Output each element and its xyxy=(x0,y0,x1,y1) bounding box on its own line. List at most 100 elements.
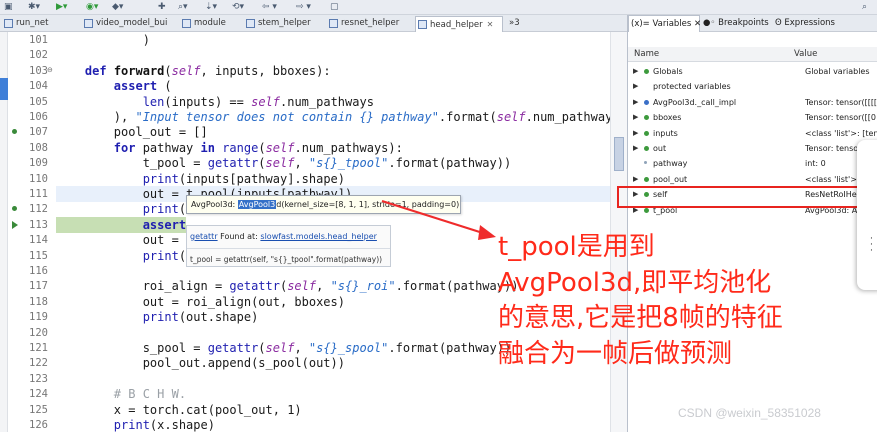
tab-stem-helper[interactable]: stem_helper xyxy=(244,16,328,31)
column-value-header: Value xyxy=(794,49,818,59)
variable-name: pool_out xyxy=(653,174,688,184)
line-number: 101 xyxy=(29,34,48,46)
variable-value: Global variables xyxy=(805,67,870,76)
next-icon[interactable]: ⇣▾ xyxy=(205,1,217,13)
debug-pointer-icon[interactable] xyxy=(12,220,18,229)
variable-value: Tensor: tensor([[0 xyxy=(805,113,876,123)
variable-name: AvgPool3d._call_impl xyxy=(653,97,737,107)
code-line[interactable]: print(inputs[pathway].shape) xyxy=(56,171,610,187)
variable-row[interactable]: ▶ protected variables xyxy=(628,79,877,94)
code-line[interactable]: t_pool = getattr(self, "s{}_tpool".forma… xyxy=(56,155,610,171)
variable-row[interactable]: ▶ pool_out <class 'list'>: [] xyxy=(628,172,877,187)
python-file-icon xyxy=(329,19,338,28)
code-line[interactable]: len(inputs) == self.num_pathways xyxy=(56,94,610,110)
code-line[interactable]: ), "Input tensor does not contain {} pat… xyxy=(56,109,610,125)
more-icon[interactable]: · · · xyxy=(870,235,874,256)
globe-icon xyxy=(644,69,649,74)
tools-icon[interactable]: ◆▾ xyxy=(112,1,123,13)
expand-icon[interactable]: ▶ xyxy=(633,110,638,125)
tab-breakpoints[interactable]: ●◦ Breakpoints xyxy=(701,15,773,32)
code-line[interactable]: assert ( xyxy=(56,78,610,94)
close-icon[interactable]: ✕ xyxy=(487,20,494,29)
variable-row[interactable]: ▶ Globals Global variables xyxy=(628,64,877,79)
search-global-icon[interactable]: ⌕ xyxy=(862,1,867,13)
fold-icon[interactable]: ⊖ xyxy=(47,66,53,74)
line-number: 111 xyxy=(29,188,48,200)
python-file-icon xyxy=(84,19,93,28)
main-toolbar: ▣ ✱▾ ▶▾ ◉▾ ◆▾ ✚ ⌕▾ ⇣▾ ⟲▾ ⇦ ▾ ⇨ ▾ ▢ ⌕ xyxy=(0,0,877,15)
expand-icon[interactable]: ▶ xyxy=(633,95,638,110)
expand-icon[interactable]: ▶ xyxy=(633,172,638,187)
line-number: 110 xyxy=(29,172,48,185)
tab-module[interactable]: module xyxy=(180,16,248,31)
code-line[interactable]: def forward(self, inputs, bboxes): xyxy=(56,63,610,79)
tab-expressions-label: ʘ Expressions xyxy=(775,18,835,28)
panel-tab-bar: (x)= Variables ✕ ●◦ Breakpoints ʘ Expres… xyxy=(628,15,877,32)
search-icon[interactable]: ⌕▾ xyxy=(178,1,188,13)
line-number: 105 xyxy=(29,95,48,108)
var-icon xyxy=(644,161,647,165)
line-number: 115 xyxy=(29,249,48,262)
tab-resnet-helper[interactable]: resnet_helper xyxy=(327,16,411,31)
code-line[interactable]: print(x.shape) xyxy=(56,417,610,432)
panel-toolbar xyxy=(628,32,877,47)
tab-label: video_model_bui xyxy=(96,18,168,28)
line-number: 119 xyxy=(29,311,48,324)
annotation-line: t_pool是用到 xyxy=(498,232,655,262)
tab-expressions[interactable]: ʘ Expressions xyxy=(773,15,843,32)
nav-back-icon[interactable]: ✚ xyxy=(158,1,166,13)
annotation-line: AvgPool3d,即平均池化 xyxy=(498,267,772,298)
line-number: 108 xyxy=(29,141,48,154)
forward-icon[interactable]: ⇨ ▾ xyxy=(296,1,311,13)
code-line[interactable]: for pathway in range(self.num_pathways): xyxy=(56,140,610,156)
tab-label: module xyxy=(194,18,226,28)
expand-icon[interactable]: ▶ xyxy=(633,126,638,141)
definition-link[interactable]: getattr xyxy=(190,232,218,241)
tab-overflow[interactable]: »3 xyxy=(505,16,535,31)
variable-row[interactable]: ▶ AvgPool3d._call_impl Tensor: tensor([[[[ xyxy=(628,95,877,110)
variable-row[interactable]: ▶ inputs <class 'list'>: [tens xyxy=(628,126,877,141)
variable-name: protected variables xyxy=(653,82,731,92)
definition-location-link[interactable]: slowfast.models.head_helper xyxy=(260,232,377,241)
bug-icon[interactable]: ✱▾ xyxy=(28,1,40,13)
back-icon[interactable]: ⇦ ▾ xyxy=(262,1,277,13)
tooltip-selection: AvgPool3 xyxy=(237,200,277,209)
tooltip-prefix: AvgPool3d: xyxy=(191,200,238,209)
run-config-icon[interactable]: ◉▾ xyxy=(86,1,98,13)
tab-label: run_net xyxy=(16,18,49,28)
code-line[interactable] xyxy=(56,371,610,387)
line-number: 122 xyxy=(29,357,48,370)
code-line[interactable]: x = torch.cat(pool_out, 1) xyxy=(56,402,610,418)
variable-row[interactable]: ▶ bboxes Tensor: tensor([[0 xyxy=(628,110,877,125)
line-number: 104 xyxy=(29,80,48,93)
tooltip-signature: d(kernel_size=[8, 1, 1], stride=1, paddi… xyxy=(276,200,460,209)
variable-row[interactable]: pathway int: 0 xyxy=(628,156,877,171)
variable-row[interactable]: ▶ out Tensor: tensor([[[[ xyxy=(628,141,877,156)
line-number: 102 xyxy=(29,49,48,62)
tab-variables[interactable]: (x)= Variables ✕ xyxy=(628,15,701,32)
expand-icon[interactable]: ▶ xyxy=(633,64,638,79)
expand-icon[interactable]: ▶ xyxy=(633,141,638,156)
code-line[interactable] xyxy=(56,47,610,63)
code-line[interactable]: # B C H W. xyxy=(56,386,610,402)
variable-name: pathway xyxy=(653,159,688,169)
run-icon[interactable]: ▶▾ xyxy=(56,1,67,13)
debug-icon[interactable]: ▣ xyxy=(4,1,13,13)
tab-video-model-builder[interactable]: video_model_bui xyxy=(82,16,182,31)
annotation-note: t_pool是用到 AvgPool3d,即平均池化 的意思,它是把8帧的特征 融… xyxy=(498,230,868,372)
tab-label: stem_helper xyxy=(258,18,311,28)
expand-icon[interactable]: ▶ xyxy=(633,79,638,94)
line-number: 114 xyxy=(29,234,48,247)
history-icon[interactable]: ⟲▾ xyxy=(232,1,244,13)
tab-run-net[interactable]: run_net xyxy=(2,16,70,31)
definition-code: t_pool = getattr(self, "s{}_tpool".forma… xyxy=(190,255,383,264)
code-line[interactable]: ) xyxy=(56,32,610,48)
scroll-thumb[interactable] xyxy=(614,137,624,171)
tab-head-helper[interactable]: head_helper ✕ xyxy=(415,16,503,32)
var-icon xyxy=(644,115,649,121)
line-number: 124 xyxy=(29,388,48,401)
highlight-box xyxy=(617,186,874,208)
code-line[interactable]: pool_out = [] xyxy=(56,124,610,140)
python-file-icon xyxy=(418,20,427,29)
open-icon[interactable]: ▢ xyxy=(330,1,339,13)
